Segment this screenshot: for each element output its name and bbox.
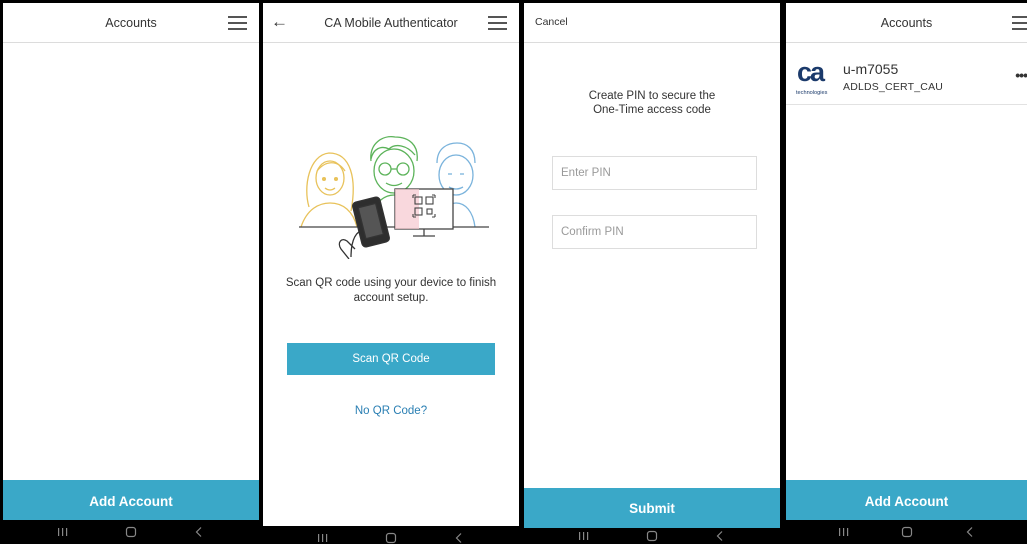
system-nav-bar — [524, 528, 780, 544]
svg-text:ca: ca — [797, 59, 826, 87]
scan-instruction-text: Scan QR code using your device to finish… — [285, 277, 497, 304]
scan-qr-code-button[interactable]: Scan QR Code — [287, 343, 495, 375]
screen-title: CA Mobile Authenticator — [324, 15, 458, 30]
app-bar: ← CA Mobile Authenticator — [263, 3, 519, 43]
back-arrow-icon[interactable]: ← — [271, 11, 288, 33]
nav-back-icon[interactable] — [449, 530, 469, 544]
hamburger-menu-icon[interactable] — [228, 16, 247, 30]
hamburger-menu-icon[interactable] — [1012, 16, 1027, 30]
recents-icon[interactable] — [53, 524, 73, 540]
recents-icon[interactable] — [574, 528, 594, 544]
account-subtitle: ADLDS_CERT_CAU — [843, 81, 944, 93]
enter-pin-field[interactable] — [552, 156, 757, 190]
recents-icon[interactable] — [834, 524, 854, 540]
accounts-screen: Accounts ca technologies u-m7055 ADLDS_C… — [783, 0, 1027, 544]
home-icon[interactable] — [381, 530, 401, 544]
svg-text:technologies: technologies — [796, 90, 828, 96]
accounts-screen-empty: Accounts Add Account — [0, 0, 262, 544]
add-account-button[interactable]: Add Account — [786, 480, 1027, 522]
nav-back-icon[interactable] — [960, 524, 980, 540]
more-horizontal-icon[interactable]: ••• — [1015, 67, 1027, 83]
pin-instruction-line2: One-Time access code — [593, 104, 711, 116]
home-icon[interactable] — [121, 524, 141, 540]
home-icon[interactable] — [642, 528, 662, 544]
nav-back-icon[interactable] — [710, 528, 730, 544]
hamburger-menu-icon[interactable] — [488, 16, 507, 30]
qr-scan-illustration — [299, 136, 489, 259]
app-bar: Accounts — [3, 3, 259, 43]
system-nav-bar — [3, 520, 259, 544]
no-qr-code-link[interactable]: No QR Code? — [263, 405, 519, 417]
scan-qr-screen: ← CA Mobile Authenticator Scan QR code u… — [260, 0, 522, 544]
submit-button[interactable]: Submit — [524, 488, 780, 528]
system-nav-bar — [263, 526, 519, 544]
app-bar: Cancel — [524, 3, 780, 43]
pin-instruction-line1: Create PIN to secure the — [588, 90, 716, 102]
nav-back-icon[interactable] — [189, 524, 209, 540]
account-name: u-m7055 — [843, 61, 899, 77]
create-pin-screen: Cancel Create PIN to secure the One-Time… — [521, 0, 783, 544]
app-bar: Accounts — [786, 3, 1027, 43]
system-nav-bar — [786, 520, 1027, 544]
screen-title: Accounts — [880, 15, 933, 30]
add-account-button[interactable]: Add Account — [3, 480, 259, 522]
recents-icon[interactable] — [313, 530, 333, 544]
screen-title: Accounts — [105, 15, 157, 30]
account-list-item[interactable]: ca technologies u-m7055 ADLDS_CERT_CAU •… — [786, 43, 1027, 105]
confirm-pin-field[interactable] — [552, 215, 757, 249]
pin-instruction-text: Create PIN to secure the One-Time access… — [540, 89, 764, 117]
cancel-button[interactable]: Cancel — [535, 16, 568, 28]
ca-technologies-logo: ca technologies — [796, 59, 828, 96]
home-icon[interactable] — [897, 524, 917, 540]
